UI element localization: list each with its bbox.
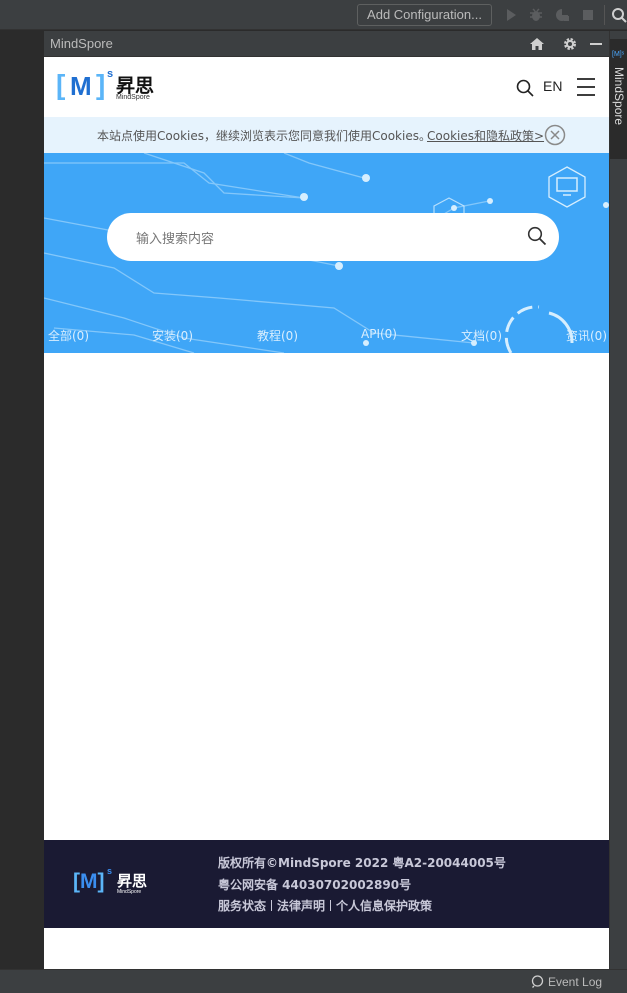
search-everywhere-icon[interactable]: [611, 7, 627, 23]
add-configuration-button[interactable]: Add Configuration...: [357, 4, 492, 26]
close-icon[interactable]: [544, 124, 566, 146]
home-icon[interactable]: [529, 36, 545, 52]
ide-toolbar: Add Configuration...: [0, 0, 627, 30]
language-switch[interactable]: EN: [543, 78, 562, 94]
mindspore-stripe-label: MindSpore: [612, 67, 626, 126]
logo-m: M: [70, 71, 92, 101]
site-header: [ M ] s 昇思 MindSpore EN: [44, 57, 609, 117]
toolbar-separator: [604, 5, 605, 25]
mindspore-stripe-tab[interactable]: [M]ˢ MindSpore: [610, 39, 627, 159]
right-tool-stripe: [M]ˢ MindSpore: [609, 31, 627, 969]
tab-news[interactable]: 资讯(0): [566, 327, 607, 344]
event-log-icon[interactable]: [531, 975, 544, 988]
cookie-banner: 本站点使用Cookies，继续浏览表示您同意我们使用Cookies。 Cooki…: [44, 117, 609, 153]
result-category-tabs: 全部(0) 安装(0) 教程(0) API(0) 文档(0) 资讯(0): [44, 327, 609, 347]
stop-icon[interactable]: [580, 7, 596, 23]
ide-status-bar: Event Log: [0, 969, 627, 993]
footer-copyright: 版权所有©MindSpore 2022 粤A2-20044005号: [218, 856, 506, 870]
tab-api[interactable]: API(0): [361, 327, 397, 341]
tab-all[interactable]: 全部(0): [48, 327, 89, 344]
footer-logo-cn: 昇思: [117, 872, 148, 890]
footer-link-legal[interactable]: 法律声明: [277, 899, 325, 913]
search-input[interactable]: 输入搜索内容: [107, 213, 559, 261]
minimize-icon[interactable]: [588, 36, 604, 52]
coverage-icon[interactable]: [554, 7, 570, 23]
run-icon[interactable]: [503, 7, 519, 23]
footer-separator: [330, 900, 332, 911]
footer-police-record: 粤公网安备 44030702002890号: [218, 878, 412, 892]
logo-bracket-left: [: [56, 69, 66, 100]
footer-logo-mark: [M]: [73, 870, 105, 893]
tab-install[interactable]: 安装(0): [152, 327, 193, 344]
tool-window-header: MindSpore: [44, 31, 609, 57]
footer-logo: [M] s 昇思 MindSpore: [73, 866, 153, 900]
cookie-policy-link[interactable]: Cookies和隐私政策>: [427, 127, 544, 144]
debug-icon[interactable]: [528, 7, 544, 23]
tab-docs[interactable]: 文档(0): [461, 327, 502, 344]
web-page: [ M ] s 昇思 MindSpore EN 本站点使用Cookies，继续浏…: [44, 57, 609, 969]
gear-icon[interactable]: [562, 36, 578, 52]
footer-logo-en: MindSpore: [117, 889, 142, 895]
editor-gutter: [0, 31, 44, 969]
mindspore-logo[interactable]: [ M ] s 昇思 MindSpore: [56, 68, 166, 105]
footer-link-status[interactable]: 服务状态: [218, 899, 266, 913]
mindspore-stripe-icon: [M]ˢ: [612, 51, 625, 58]
logo-s: s: [107, 68, 114, 80]
footer-link-privacy[interactable]: 个人信息保护政策: [336, 899, 432, 913]
search-hero: 输入搜索内容 全部(0) 安装(0) 教程(0) API(0) 文档(0) 资讯…: [44, 153, 609, 353]
search-icon[interactable]: [516, 79, 534, 97]
hamburger-menu-icon[interactable]: [576, 77, 596, 97]
cookie-notice-text: 本站点使用Cookies，继续浏览表示您同意我们使用Cookies。: [97, 129, 431, 143]
footer-separator: [271, 900, 273, 911]
footer-logo-s: s: [107, 866, 113, 876]
footer-links: 服务状态 法律声明 个人信息保护政策: [218, 897, 432, 914]
site-footer: [M] s 昇思 MindSpore 版权所有©MindSpore 2022 粤…: [44, 840, 609, 928]
logo-text-en: MindSpore: [116, 94, 150, 101]
tool-window-title: MindSpore: [50, 36, 113, 51]
logo-bracket-right: ]: [96, 69, 106, 100]
event-log-button[interactable]: Event Log: [548, 975, 602, 989]
search-placeholder: 输入搜索内容: [136, 232, 215, 247]
tab-tutorial[interactable]: 教程(0): [257, 327, 298, 344]
search-submit-icon[interactable]: [527, 226, 547, 246]
